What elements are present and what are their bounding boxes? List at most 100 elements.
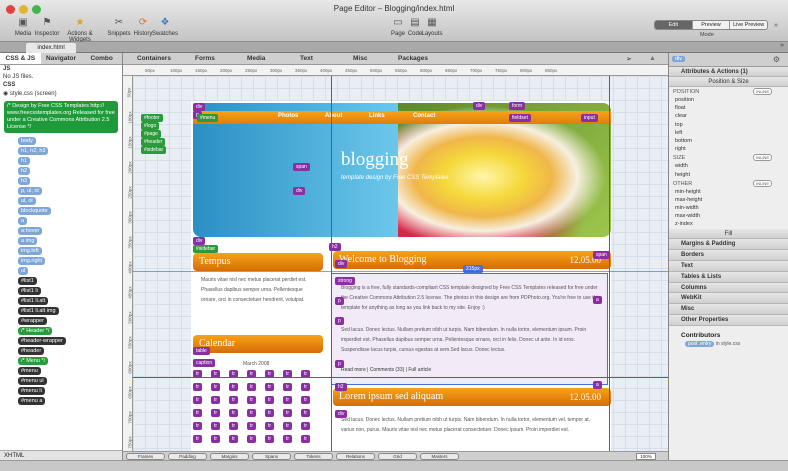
element-tag[interactable]: input xyxy=(581,114,598,122)
property-min-width[interactable]: min-width xyxy=(669,204,788,212)
section-fill[interactable]: Fill xyxy=(669,228,788,240)
calendar-cell[interactable]: tr xyxy=(193,422,203,430)
element-tag[interactable]: span xyxy=(593,251,610,259)
property-max-height[interactable]: max-height xyxy=(669,196,788,204)
property-top[interactable]: top xyxy=(669,121,788,129)
css-selector-chip[interactable]: #header xyxy=(18,347,45,355)
css-selector-chip[interactable]: body xyxy=(18,137,36,145)
design-canvas[interactable]: 50px 100px 150px 200px 250px 300px 350px 400px 4… xyxy=(123,65,668,451)
post-paragraph-1[interactable]: Blogging is a free, fully standards-comp… xyxy=(341,283,603,313)
post-paragraph-2[interactable]: Sed lacus. Donec lectus. Nullam pretium … xyxy=(341,325,603,355)
css-selector-chip[interactable]: h1 xyxy=(18,157,31,165)
element-tag[interactable]: fieldset xyxy=(509,114,531,122)
element-tag[interactable]: caption xyxy=(193,359,216,367)
post-paragraph-3[interactable]: Sed lacus. Donec lectus. Nullam pretium … xyxy=(341,415,603,435)
element-tag[interactable]: #header xyxy=(141,138,166,146)
element-tag[interactable]: div xyxy=(335,260,348,268)
read-more-link[interactable]: Read more xyxy=(341,367,366,373)
css-selector-chip[interactable]: img.right xyxy=(18,257,46,265)
calendar-cell[interactable]: tr xyxy=(283,383,293,391)
css-selector-chip[interactable]: #header-wrapper xyxy=(18,337,66,345)
tab-index-html[interactable]: index.html xyxy=(26,43,76,53)
css-selector-chip[interactable]: /* Header */ xyxy=(18,327,53,335)
calendar-cell[interactable]: tr xyxy=(193,383,203,391)
css-selector-chip[interactable]: h2 xyxy=(18,167,31,175)
element-tag[interactable]: #sidebar xyxy=(193,245,219,253)
css-selector-chip[interactable]: /* Menu */ xyxy=(18,357,49,365)
inline-badge-size[interactable]: INLINE xyxy=(753,154,772,162)
full-article-link[interactable]: Full article xyxy=(408,367,431,373)
section-other-properties[interactable]: Other Properties xyxy=(669,315,788,326)
inline-badge-other[interactable]: INLINE xyxy=(753,179,772,187)
element-tag[interactable]: a xyxy=(593,381,602,389)
misc-dropdown[interactable]: Misc xyxy=(353,55,367,63)
calendar-cell[interactable]: tr xyxy=(247,383,257,391)
element-tag[interactable]: strong xyxy=(335,277,355,285)
overlay-toggle-padding[interactable]: Padding xyxy=(168,453,207,460)
calendar-cell[interactable]: tr xyxy=(229,435,239,443)
calendar-cell[interactable]: tr xyxy=(265,396,275,404)
slogan-text[interactable]: template design by Free CSS Templates xyxy=(341,175,449,181)
section-columns[interactable]: Columns xyxy=(669,282,788,294)
property-float[interactable]: float xyxy=(669,104,788,112)
property-height[interactable]: height xyxy=(669,171,788,179)
menu-item-about[interactable]: About xyxy=(325,113,342,119)
tab-css-js[interactable]: CSS & JS xyxy=(0,53,41,64)
element-tag[interactable]: table xyxy=(193,347,210,355)
tab-navigator[interactable]: Navigator xyxy=(41,53,82,64)
logo-text[interactable]: blogging xyxy=(341,149,409,171)
layouts-view-button[interactable]: ▦ Layouts xyxy=(417,16,447,37)
section-position-size[interactable]: Position & Size xyxy=(669,77,788,87)
css-selector-chip[interactable]: a img xyxy=(18,237,38,245)
section-tables-lists[interactable]: Tables & Lists xyxy=(669,271,788,283)
tab-combo[interactable]: Combo xyxy=(81,53,122,64)
section-webkit[interactable]: WebKit xyxy=(669,293,788,305)
overlay-toggle-margins[interactable]: Margins xyxy=(210,453,249,460)
css-selector-chip[interactable]: #list1 li.alt img xyxy=(18,307,59,315)
property-max-width[interactable]: max-width xyxy=(669,212,788,220)
calendar-cell[interactable]: tr xyxy=(211,396,221,404)
css-selector-chip[interactable]: a:hover xyxy=(18,227,43,235)
property-position[interactable]: position xyxy=(669,96,788,104)
element-tag[interactable]: p xyxy=(335,317,344,325)
overlay-toggle-frames[interactable]: Frames xyxy=(126,453,165,460)
calendar-cell[interactable]: tr xyxy=(193,396,203,404)
calendar-cell[interactable]: tr xyxy=(229,383,239,391)
calendar-cell[interactable]: tr xyxy=(247,409,257,417)
css-selector-chip[interactable]: h1, h2, h3 xyxy=(18,147,49,155)
menu-item-photos[interactable]: Photos xyxy=(278,113,298,119)
menu-item-contact[interactable]: Contact xyxy=(413,113,435,119)
calendar-cell[interactable]: tr xyxy=(211,435,221,443)
property-clear[interactable]: clear xyxy=(669,112,788,120)
element-tag[interactable]: div xyxy=(193,103,206,111)
element-tag[interactable]: form xyxy=(509,102,525,110)
header-block[interactable]: Photos About Links Contact blogging temp… xyxy=(193,103,611,237)
calendar-cell[interactable]: tr xyxy=(247,435,257,443)
menu-bar[interactable]: Photos About Links Contact xyxy=(193,111,611,124)
css-selector-chip[interactable]: a xyxy=(18,217,28,225)
sidebar-heading-calendar[interactable]: Calendar xyxy=(193,335,323,353)
property-left[interactable]: left xyxy=(669,129,788,137)
css-selector-chip[interactable]: #menu a xyxy=(18,397,46,405)
section-text[interactable]: Text xyxy=(669,261,788,272)
calendar-cell[interactable]: tr xyxy=(229,422,239,430)
calendar-cell[interactable]: tr xyxy=(301,422,311,430)
overlay-toggle-tokens[interactable]: Tokens xyxy=(294,453,333,460)
element-tag[interactable]: #footer xyxy=(141,114,163,122)
element-tag[interactable]: #logo xyxy=(141,122,160,130)
element-tag[interactable]: #sidebar xyxy=(141,146,167,154)
sidebar-text[interactable]: Mauris vitae nisl nec metus placerat per… xyxy=(201,275,319,305)
css-selector-chip[interactable]: #wrapper xyxy=(18,317,47,325)
calendar-cell[interactable]: tr xyxy=(193,435,203,443)
calendar-cell[interactable]: tr xyxy=(229,409,239,417)
css-selector-chip[interactable]: #menu ul xyxy=(18,377,47,385)
lock-icon[interactable]: ▲ xyxy=(649,55,656,62)
selected-element-badge[interactable]: div xyxy=(672,56,686,62)
calendar-cell[interactable]: tr xyxy=(301,396,311,404)
css-selector-chip[interactable]: blockquote xyxy=(18,207,51,215)
actions-widgets-button[interactable]: ★ Actions & Widgets xyxy=(58,16,102,43)
calendar-cell[interactable]: tr xyxy=(265,383,275,391)
element-tag[interactable]: div xyxy=(335,410,348,418)
contributor-row[interactable]: post .entry in style.css xyxy=(669,340,788,347)
css-comment-block[interactable]: /* Design by Free CSS Templates http:// … xyxy=(4,101,118,133)
